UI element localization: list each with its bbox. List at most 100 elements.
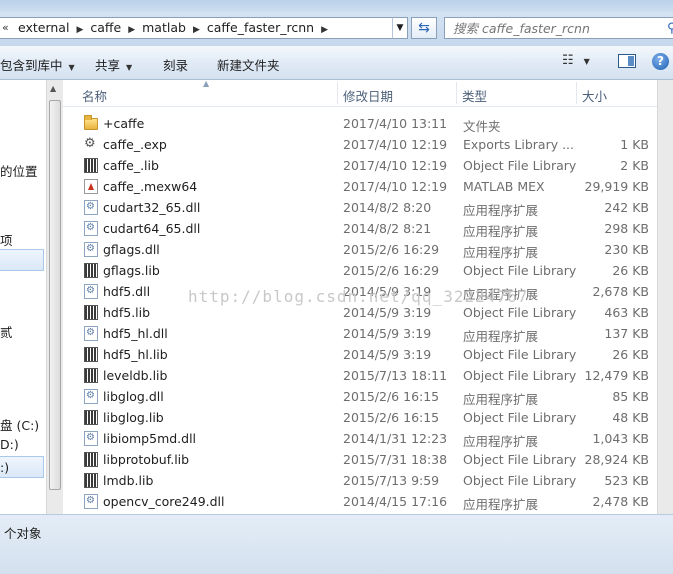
include-in-library-label: 包含到库中 [0, 58, 63, 73]
watermark-text: http://blog.csdn.net/qq_32224767 [188, 287, 529, 306]
file-row[interactable]: hdf5_hl.dll 2014/5/9 3:19 应用程序扩展 137 KB [63, 323, 657, 344]
include-in-library-button[interactable]: 包含到库中 ▼ [0, 55, 75, 74]
breadcrumb-overflow-icon[interactable]: « [2, 21, 9, 34]
file-list: ▲ 名称 修改日期 类型 大小 +caffe 2017/4/10 13:11 文件夹… [63, 80, 657, 514]
file-date: 2017/4/10 12:19 [343, 179, 448, 194]
window-title-strip [0, 0, 673, 12]
breadcrumb-item[interactable]: matlab [142, 20, 186, 35]
file-row[interactable]: hdf5_hl.lib 2014/5/9 3:19 Object File Libr… [63, 344, 657, 365]
file-row[interactable]: libglog.lib 2015/2/6 16:15 Object File Lib… [63, 407, 657, 428]
address-history-dropdown[interactable]: ▼ [392, 17, 408, 39]
lib-file-icon [84, 410, 98, 425]
column-header-name[interactable]: 名称 [82, 86, 107, 105]
nav-item-drive-c[interactable]: 盘 (C:) [0, 415, 39, 434]
file-name: libiomp5md.dll [103, 431, 197, 446]
file-row[interactable]: cudart64_65.dll 2014/8/2 8:21 应用程序扩展 298 KB [63, 218, 657, 239]
nav-item-drive[interactable]: :) [0, 460, 9, 475]
column-divider[interactable] [456, 82, 457, 104]
column-header-size[interactable]: 大小 [582, 86, 607, 105]
chevron-right-icon[interactable]: ▶ [321, 25, 328, 35]
file-row[interactable]: leveldb.lib 2015/7/13 18:11 Object File Li… [63, 365, 657, 386]
column-divider[interactable] [337, 82, 338, 104]
preview-pane-button[interactable] [618, 54, 636, 68]
file-size: 242 KB [604, 200, 649, 215]
refresh-button[interactable]: ⇆ [411, 17, 437, 39]
lib-file-icon [84, 158, 98, 173]
chevron-down-icon: ▼ [583, 57, 590, 66]
file-row[interactable]: cudart32_65.dll 2014/8/2 8:20 应用程序扩展 242 KB [63, 197, 657, 218]
file-type: Object File Library [463, 158, 577, 173]
file-name: hdf5_hl.dll [103, 326, 168, 341]
nav-scroll-thumb[interactable] [49, 100, 61, 490]
file-row[interactable]: caffe_.lib 2017/4/10 12:19 Object File Lib… [63, 155, 657, 176]
nav-item[interactable]: 项 [0, 230, 13, 249]
file-type: 应用程序扩展 [463, 245, 539, 260]
address-bar[interactable]: « external ▶ caffe ▶ matlab ▶ caffe_faster_rcn… [0, 17, 408, 39]
file-type: Object File Library [463, 263, 577, 278]
change-view-button[interactable]: ☷ ▼ [562, 53, 602, 71]
file-row[interactable]: libglog.dll 2015/2/6 16:15 应用程序扩展 85 KB [63, 386, 657, 407]
help-icon[interactable]: ? [652, 53, 669, 70]
file-type: MATLAB MEX [463, 179, 545, 194]
file-name: lmdb.lib [103, 473, 154, 488]
status-bar: 个对象 [0, 514, 673, 574]
chevron-right-icon[interactable]: ▶ [193, 25, 200, 35]
column-header-date[interactable]: 修改日期 [343, 86, 393, 105]
file-row[interactable]: libprotobuf.lib 2015/7/31 18:38 Object Fil… [63, 449, 657, 470]
file-name: gflags.dll [103, 242, 160, 257]
file-row[interactable]: opencv_core249.dll 2014/4/15 17:16 应用程序扩展 2… [63, 491, 657, 512]
scroll-up-icon[interactable]: ▲ [50, 84, 56, 93]
file-row[interactable]: gflags.dll 2015/2/6 16:29 应用程序扩展 230 KB [63, 239, 657, 260]
file-list-scrollbar[interactable] [657, 80, 673, 514]
file-name: +caffe [103, 116, 145, 131]
navigation-pane: 的位置 项 贰 盘 (C:) D:) :) [0, 80, 46, 514]
breadcrumb-item[interactable]: caffe_faster_rcnn [207, 20, 314, 35]
file-row[interactable]: caffe_.mexw64 2017/4/10 12:19 MATLAB MEX 29… [63, 176, 657, 197]
file-row[interactable]: +caffe 2017/4/10 13:11 文件夹 [63, 113, 657, 134]
file-name: caffe_.lib [103, 158, 159, 173]
breadcrumb-item[interactable]: external [18, 20, 69, 35]
nav-item[interactable]: 贰 [0, 322, 13, 341]
new-folder-label: 新建文件夹 [217, 58, 280, 73]
new-folder-button[interactable]: 新建文件夹 [217, 55, 280, 74]
chevron-right-icon[interactable]: ▶ [76, 25, 83, 35]
search-input[interactable] [451, 20, 655, 37]
file-date: 2015/2/6 16:15 [343, 410, 440, 425]
dll-file-icon [84, 242, 98, 257]
file-type: Object File Library [463, 368, 577, 383]
dll-file-icon [84, 389, 98, 404]
file-name: hdf5.lib [103, 305, 151, 320]
file-date: 2017/4/10 12:19 [343, 137, 448, 152]
burn-button[interactable]: 刻录 [163, 55, 188, 74]
search-box[interactable]: ⚲ [444, 17, 673, 39]
file-date: 2014/5/9 3:19 [343, 326, 432, 341]
burn-label: 刻录 [163, 58, 189, 73]
share-button[interactable]: 共享 ▼ [95, 55, 132, 74]
status-item-count: 个对象 [4, 526, 42, 541]
nav-item-selected[interactable] [0, 249, 44, 271]
file-date: 2015/7/13 18:11 [343, 368, 448, 383]
file-size: 2 KB [620, 158, 649, 173]
nav-scrollbar[interactable]: ▲ [46, 80, 63, 514]
search-icon[interactable]: ⚲ [667, 21, 673, 36]
file-row[interactable]: libiomp5md.dll 2014/1/31 12:23 应用程序扩展 1,043… [63, 428, 657, 449]
file-row[interactable]: gflags.lib 2015/2/6 16:29 Object File Libr… [63, 260, 657, 281]
nav-item-drive-d[interactable]: D:) [0, 437, 19, 452]
dll-file-icon [84, 221, 98, 236]
nav-item[interactable]: 的位置 [0, 161, 38, 180]
file-type: Object File Library [463, 452, 577, 467]
file-row[interactable]: caffe_.exp 2017/4/10 12:19 Exports Library… [63, 134, 657, 155]
file-name: caffe_.mexw64 [103, 179, 198, 194]
file-type: 应用程序扩展 [463, 392, 539, 407]
column-header-type[interactable]: 类型 [462, 86, 487, 105]
breadcrumb-item[interactable]: caffe [90, 20, 121, 35]
chevron-right-icon[interactable]: ▶ [128, 25, 135, 35]
file-size: 26 KB [612, 347, 649, 362]
file-type: Object File Library [463, 410, 577, 425]
refresh-icon: ⇆ [418, 20, 430, 36]
file-row[interactable]: lmdb.lib 2015/7/13 9:59 Object File Librar… [63, 470, 657, 491]
file-size: 12,479 KB [584, 368, 649, 383]
column-divider[interactable] [576, 82, 577, 104]
folder-icon [84, 115, 98, 130]
file-size: 137 KB [604, 326, 649, 341]
